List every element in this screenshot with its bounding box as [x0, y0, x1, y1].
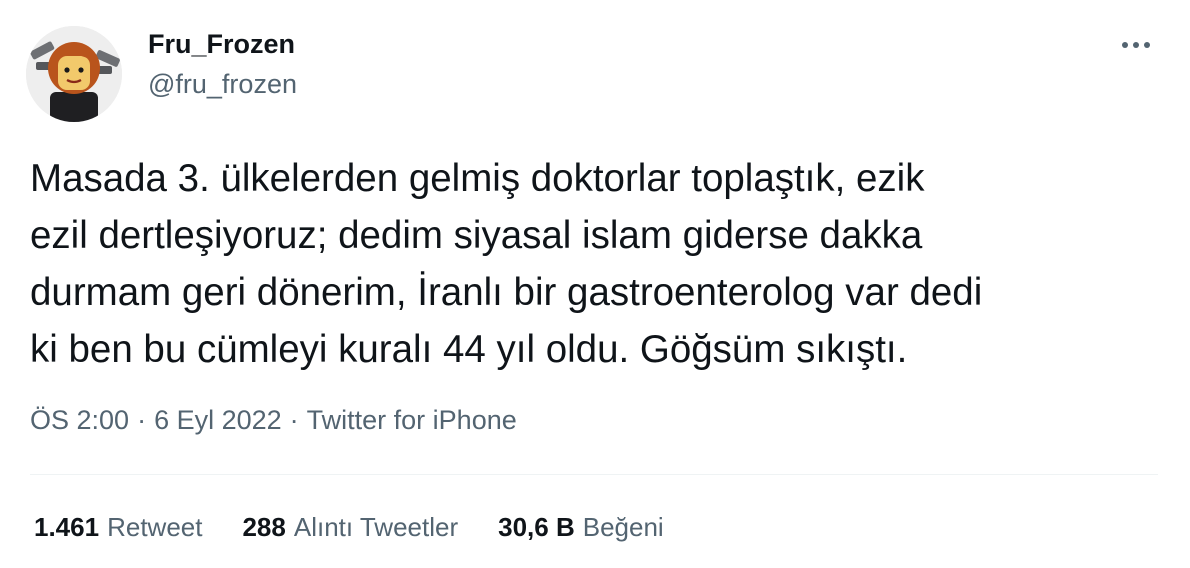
- meta-separator: ·: [289, 405, 299, 435]
- ellipsis-icon: [1122, 42, 1150, 48]
- likes-label: Beğeni: [582, 512, 664, 542]
- user-avatar[interactable]: [26, 26, 122, 122]
- display-name[interactable]: Fru_Frozen: [148, 29, 295, 60]
- meta-separator: ·: [137, 405, 147, 435]
- tweet-metadata: ÖS 2:00 · 6 Eyl 2022 · Twitter for iPhone: [30, 405, 517, 436]
- likes-count: 30,6 B: [498, 512, 575, 542]
- lego-figure-avatar-icon: [26, 26, 122, 122]
- more-options-button[interactable]: [1116, 30, 1156, 60]
- retweets-label: Retweet: [107, 512, 203, 542]
- quotes-count: 288: [242, 512, 286, 542]
- divider: [30, 474, 1158, 475]
- quotes-label: Alıntı Tweetler: [293, 512, 459, 542]
- user-handle[interactable]: @fru_frozen: [148, 69, 297, 100]
- tweet-timestamp-time[interactable]: ÖS 2:00: [30, 405, 129, 435]
- tweet-source[interactable]: Twitter for iPhone: [307, 405, 517, 435]
- quotes-stat[interactable]: 288 Alıntı Tweetler: [242, 512, 458, 543]
- tweet-stats: 1.461 Retweet 288 Alıntı Tweetler 30,6 B Be…: [34, 512, 664, 543]
- tweet-text: Masada 3. ülkelerden gelmiş doktorlar to…: [30, 157, 983, 371]
- retweets-stat[interactable]: 1.461 Retweet: [34, 512, 202, 543]
- tweet-timestamp-date[interactable]: 6 Eyl 2022: [154, 405, 282, 435]
- retweets-count: 1.461: [34, 512, 100, 542]
- tweet-card: Fru_Frozen @fru_frozen Masada 3. ülkeler…: [0, 0, 1190, 568]
- likes-stat[interactable]: 30,6 B Beğeni: [498, 512, 664, 543]
